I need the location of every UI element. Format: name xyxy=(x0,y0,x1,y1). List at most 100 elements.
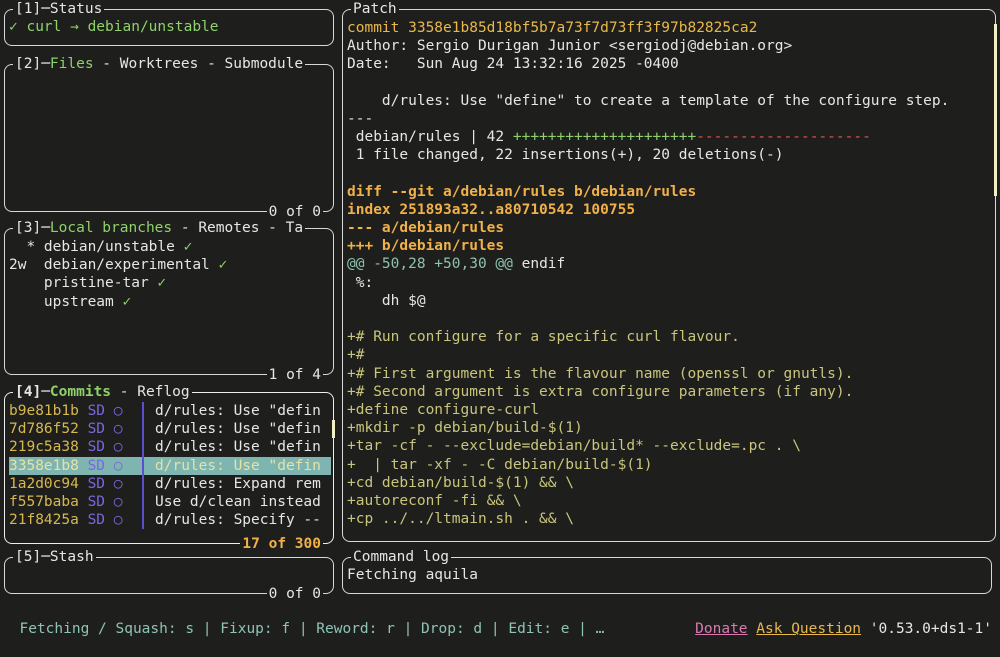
commit-row[interactable]: b9e81b1b SD ○ d/rules: Use "defin xyxy=(9,402,331,421)
status-text: ✓ curl → debian/unstable xyxy=(9,19,219,35)
patch-scrollbar[interactable] xyxy=(994,24,997,196)
patch-line: d/rules: Use "define" to create a templa… xyxy=(347,92,987,110)
commit-author-initials: SD xyxy=(87,512,106,529)
commits-panel[interactable]: [4]─Commits - Reflog b9e81b1b SD ○ d/rule… xyxy=(4,383,335,553)
patch-line: +# Second argument is extra configure pa… xyxy=(347,383,987,401)
commit-hash: 7d786f52 xyxy=(9,421,79,438)
commit-graph-line xyxy=(142,402,144,421)
patch-line: +define configure-curl xyxy=(347,401,987,419)
branch-item[interactable]: * debian/unstable ✓ xyxy=(9,238,227,256)
commit-graph-node-icon: ○ xyxy=(113,493,123,510)
patch-line: +# Run configure for a specific curl fla… xyxy=(347,328,987,346)
status-panel[interactable]: [1]─Status ✓ curl → debian/unstable xyxy=(4,0,334,46)
patch-line xyxy=(347,165,987,183)
commit-author-initials: SD xyxy=(87,475,106,492)
commits-scrollbar[interactable] xyxy=(332,420,335,438)
files-panel[interactable]: [2]─Files - Worktrees - Submodule 0 of 0 xyxy=(4,55,334,221)
commit-graph-node-icon: ○ xyxy=(113,421,123,438)
command-log-text: Fetching aquila xyxy=(347,567,478,583)
files-other-tabs[interactable]: - Worktrees - Submodule xyxy=(94,56,303,72)
branch-prefix xyxy=(9,294,44,310)
ask-question-link[interactable]: Ask Question xyxy=(756,621,861,637)
commits-panel-title: [4]─Commits - Reflog xyxy=(13,383,192,401)
patch-line-text: +mkdir -p debian/build-$(1) xyxy=(347,420,583,437)
branch-name: debian/unstable xyxy=(43,239,175,255)
patch-line: Author: Sergio Durigan Junior <sergiodj@… xyxy=(347,37,987,55)
keybinding-hints: Fetching / Squash: s | Fixup: f | Reword… xyxy=(19,621,605,638)
branch-check-icon: ✓ xyxy=(148,275,167,292)
commit-message: d/rules: Use "defin xyxy=(155,403,321,419)
commits-panel-counter: 17 of 300 xyxy=(240,535,323,553)
patch-line-text: +cp ../../ltmain.sh . && \ xyxy=(347,511,574,528)
commit-graph-node-icon: ○ xyxy=(113,403,123,419)
stash-panel-title: [5]─Stash xyxy=(13,548,96,566)
patch-panel[interactable]: Patch commit 3358e1b85d18bf5b7a73f7d73ff… xyxy=(342,0,997,542)
commit-author-initials: SD xyxy=(87,421,106,438)
branch-name: debian/experimental xyxy=(43,257,210,274)
tab-files[interactable]: Files xyxy=(50,56,94,72)
commit-hash: 3358e1b8 xyxy=(9,457,79,474)
commit-hash: 219c5a38 xyxy=(9,439,79,456)
command-log-title: Command log xyxy=(351,548,452,566)
branches-panel[interactable]: [3]─Local branches - Remotes - Ta * debi… xyxy=(4,219,334,384)
commit-graph-line xyxy=(142,456,144,475)
command-log-panel[interactable]: Command log Fetching aquila xyxy=(342,548,992,594)
status-panel-title: [1]─Status xyxy=(13,0,105,18)
commit-graph-line xyxy=(142,511,144,530)
patch-line: +tar -cf - --exclude=debian/build* --exc… xyxy=(347,437,987,455)
commit-message: d/rules: Expand rem xyxy=(155,475,321,492)
patch-line-text: debian/rules | 42 xyxy=(347,129,513,146)
patch-line-text: @@ -50,28 +50,30 @@ xyxy=(347,256,513,273)
commit-hash: b9e81b1b xyxy=(9,403,79,419)
branches-other-tabs[interactable]: - Remotes - Ta xyxy=(172,220,303,236)
patch-line: --- xyxy=(347,110,987,128)
branch-check-icon: ✓ xyxy=(113,293,132,310)
patch-line-text: d/rules: Use "define" to create a templa… xyxy=(347,92,950,109)
donate-link[interactable]: Donate xyxy=(695,621,747,637)
patch-line-text: +# First argument is the flavour name (o… xyxy=(347,365,854,382)
patch-line: +autoreconf -fi && \ xyxy=(347,492,987,510)
patch-line: --- a/debian/rules xyxy=(347,219,987,237)
branch-item[interactable]: upstream ✓ xyxy=(9,293,227,311)
tab-local-branches[interactable]: Local branches xyxy=(50,220,172,236)
version-label: '0.53.0+ds1-1' xyxy=(869,621,992,638)
commit-author-initials: SD xyxy=(87,439,106,456)
patch-line: +cd debian/build-$(1) && \ xyxy=(347,474,987,492)
tab-reflog[interactable]: - Reflog xyxy=(111,384,190,400)
patch-line: +# First argument is the flavour name (o… xyxy=(347,365,987,383)
branches-panel-number: [3]─ xyxy=(15,220,50,236)
files-panel-number: [2]─ xyxy=(15,56,50,72)
commit-row[interactable]: 7d786f52 SD ○ d/rules: Use "defin xyxy=(9,420,331,439)
tab-commits[interactable]: Commits xyxy=(50,384,111,400)
patch-line: diff --git a/debian/rules b/debian/rules xyxy=(347,183,987,201)
commit-row[interactable]: 219c5a38 SD ○ d/rules: Use "defin xyxy=(9,438,331,457)
commit-row[interactable]: 3358e1b8 SD ○ d/rules: Use "defin xyxy=(9,456,331,475)
branch-item[interactable]: pristine-tar ✓ xyxy=(9,274,227,292)
patch-line-text: commit 3358e1b85d18bf5b7a73f7d73ff3f97b8… xyxy=(347,20,758,36)
commit-list: b9e81b1b SD ○ d/rules: Use "defin 7d786f52… xyxy=(9,402,331,530)
patch-line xyxy=(347,310,987,328)
patch-line-text: dh $@ xyxy=(347,292,426,309)
commit-row[interactable]: 1a2d0c94 SD ○ d/rules: Expand rem xyxy=(9,474,331,493)
commit-row[interactable]: 21f8425a SD ○ d/rules: Specify -- xyxy=(9,511,331,530)
branch-item[interactable]: 2w debian/experimental ✓ xyxy=(9,256,227,274)
commit-message: d/rules: Use "defin xyxy=(155,421,321,438)
patch-line-text: +++ b/debian/rules xyxy=(347,238,505,255)
commit-row[interactable]: f557baba SD ○ Use d/clean instead xyxy=(9,492,331,512)
commit-graph-node-icon: ○ xyxy=(113,475,123,492)
branch-name: pristine-tar xyxy=(43,275,149,292)
patch-line-text: + | tar -xf - -C debian/build-$(1) xyxy=(347,456,653,473)
patch-line: +# xyxy=(347,346,987,364)
patch-line-text: %: xyxy=(347,274,374,291)
commit-hash: 1a2d0c94 xyxy=(9,475,79,492)
stash-panel[interactable]: [5]─Stash 0 of 0 xyxy=(4,548,334,603)
patch-line: +mkdir -p debian/build-$(1) xyxy=(347,419,987,437)
diffstat-insertions: +++++++++++++++++++++ xyxy=(512,129,697,146)
commits-panel-number: [4]─ xyxy=(15,384,50,400)
patch-line: commit 3358e1b85d18bf5b7a73f7d73ff3f97b8… xyxy=(347,19,987,37)
branches-panel-counter: 1 of 4 xyxy=(266,366,323,384)
commit-graph-node-icon: ○ xyxy=(113,512,123,529)
branch-name: upstream xyxy=(43,293,114,310)
patch-content: commit 3358e1b85d18bf5b7a73f7d73ff3f97b8… xyxy=(347,19,987,528)
patch-line-text: diff --git a/debian/rules b/debian/rules xyxy=(347,183,697,200)
